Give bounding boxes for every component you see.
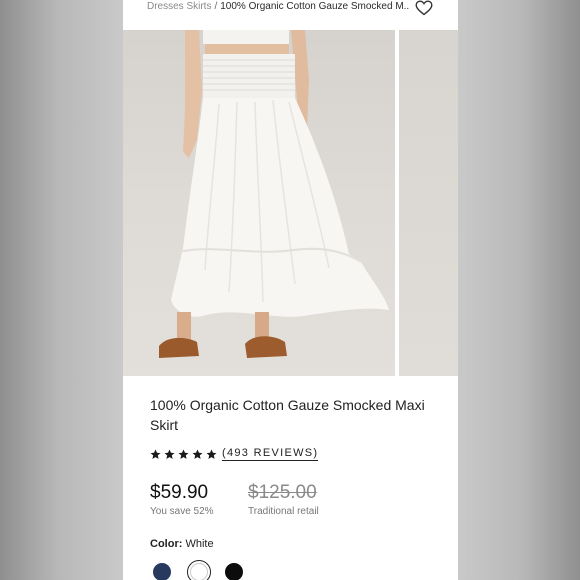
breadcrumb: Dresses Skirts/100% Organic Cotton Gauze… [147, 0, 409, 16]
star-icon [178, 449, 189, 459]
breadcrumb-current: 100% Organic Cotton Gauze Smocked M... [220, 1, 409, 12]
savings-text: You save 52% [150, 506, 214, 517]
retail-price: $125.00 [248, 482, 317, 503]
product-title: 100% Organic Cotton Gauze Smocked Maxi S… [150, 397, 425, 433]
top-bar: Dresses Skirts/100% Organic Cotton Gauze… [123, 0, 458, 30]
swatch-white-selected-ring[interactable] [187, 560, 211, 580]
color-label: Color: [150, 538, 183, 550]
sale-price: $59.90 [150, 482, 209, 503]
star-rating [150, 449, 217, 460]
breadcrumb-link-dresses-skirts[interactable]: Dresses Skirts [147, 1, 211, 12]
selected-color: White [185, 538, 214, 550]
color-selector-label: Color: White [150, 537, 214, 551]
wishlist-heart-icon[interactable] [415, 0, 433, 16]
breadcrumb-separator: / [214, 1, 218, 12]
star-icon [150, 449, 161, 459]
product-page: Dresses Skirts/100% Organic Cotton Gauze… [123, 0, 458, 580]
star-icon [164, 449, 175, 459]
product-rating: (493 REVIEWS) [150, 446, 319, 462]
retail-price-label: Traditional retail [248, 506, 319, 517]
product-photo-next[interactable] [399, 30, 458, 376]
swatch-white[interactable] [190, 563, 208, 580]
product-image-gallery[interactable] [123, 30, 458, 376]
color-swatches [153, 560, 243, 580]
star-icon [206, 449, 217, 459]
swatch-black[interactable] [225, 563, 243, 580]
reviews-link[interactable]: (493 REVIEWS) [222, 447, 319, 461]
swatch-navy[interactable] [153, 563, 171, 580]
star-icon [192, 449, 203, 459]
product-photo-main[interactable] [123, 30, 395, 376]
